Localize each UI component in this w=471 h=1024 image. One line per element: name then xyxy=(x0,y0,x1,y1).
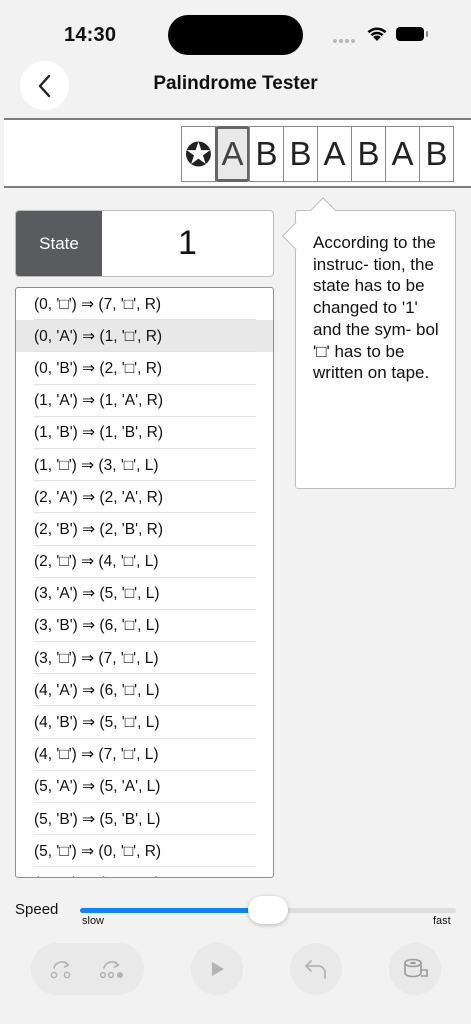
tape-cell-head[interactable]: A xyxy=(215,126,250,182)
undo-button[interactable] xyxy=(290,943,342,995)
rule-item[interactable]: (5, 'A') ⇒ (5, 'A', L) xyxy=(16,771,273,804)
step-multi-icon[interactable] xyxy=(99,958,127,980)
state-box: State 1 xyxy=(15,210,274,277)
status-bar: 14:30 xyxy=(0,0,471,60)
rule-item-selected[interactable]: (0, 'A') ⇒ (1, '□', R) xyxy=(16,320,273,353)
tape-cell[interactable]: A xyxy=(317,126,352,182)
speed-min-label: slow xyxy=(82,915,105,927)
tape: ✪ A B B A B A B xyxy=(4,118,471,188)
tape-cells: ✪ A B B A B A B xyxy=(181,126,454,182)
page-title: Palindrome Tester xyxy=(153,73,318,94)
tape-cell[interactable]: ✪ xyxy=(181,126,216,182)
rule-item[interactable]: (5, 'B') ⇒ (5, 'B', L) xyxy=(16,803,273,836)
undo-icon xyxy=(305,960,326,979)
rule-item[interactable]: (6, 'A') ⇒ (6, 'A', L) xyxy=(16,867,273,877)
rule-item[interactable]: (2, 'A') ⇒ (2, 'A', R) xyxy=(16,481,273,514)
wifi-icon xyxy=(367,27,387,41)
battery-icon xyxy=(396,27,428,41)
rule-item[interactable]: (1, '□') ⇒ (3, '□', L) xyxy=(16,449,273,482)
speed-label: Speed xyxy=(15,901,59,918)
rule-item[interactable]: (0, '□') ⇒ (7, '□', R) xyxy=(16,288,273,321)
speed-slider-thumb[interactable] xyxy=(248,896,288,924)
rule-item[interactable]: (0, 'B') ⇒ (2, '□', R) xyxy=(16,352,273,385)
rule-item[interactable]: (4, 'A') ⇒ (6, '□', L) xyxy=(16,674,273,707)
rule-item[interactable]: (1, 'B') ⇒ (1, 'B', R) xyxy=(16,417,273,450)
tape-icon xyxy=(404,958,428,978)
rule-item[interactable]: (5, '□') ⇒ (0, '□', R) xyxy=(16,835,273,868)
rule-item[interactable]: (2, 'B') ⇒ (2, 'B', R) xyxy=(16,513,273,546)
speed-slider[interactable] xyxy=(80,896,456,924)
cellular-signal-icon xyxy=(333,39,357,45)
step-icon[interactable] xyxy=(49,958,75,980)
rules-list[interactable]: (0, '□') ⇒ (7, '□', R) (0, 'A') ⇒ (1, '□… xyxy=(15,287,274,878)
status-time: 14:30 xyxy=(64,24,117,46)
step-buttons-group xyxy=(31,943,144,995)
dynamic-island xyxy=(168,15,303,55)
tape-cell[interactable]: B xyxy=(419,126,454,182)
explanation-bubble: According to the instruc- tion, the stat… xyxy=(295,210,456,489)
rule-item[interactable]: (2, '□') ⇒ (4, '□', L) xyxy=(16,546,273,578)
tape-button[interactable] xyxy=(389,943,441,995)
rule-item[interactable]: (1, 'A') ⇒ (1, 'A', R) xyxy=(16,385,273,417)
tape-cell[interactable]: B xyxy=(351,126,386,182)
state-value: 1 xyxy=(178,224,197,262)
rule-item[interactable]: (3, '□') ⇒ (7, '□', L) xyxy=(16,642,273,675)
tape-cell[interactable]: B xyxy=(249,126,284,182)
play-button[interactable] xyxy=(191,943,243,995)
tape-cell[interactable]: B xyxy=(283,126,318,182)
tape-cell[interactable]: A xyxy=(385,126,420,182)
play-icon xyxy=(212,962,224,976)
rule-item[interactable]: (4, '□') ⇒ (7, '□', L) xyxy=(16,739,273,772)
explanation-text: According to the instruc- tion, the stat… xyxy=(313,233,439,383)
speed-slider-fill xyxy=(80,908,268,913)
rule-item[interactable]: (4, 'B') ⇒ (5, '□', L) xyxy=(16,706,273,739)
state-label: State xyxy=(16,211,102,276)
speed-max-label: fast xyxy=(433,915,451,927)
rule-item[interactable]: (3, 'A') ⇒ (5, '□', L) xyxy=(16,578,273,611)
rule-item[interactable]: (3, 'B') ⇒ (6, '□', L) xyxy=(16,610,273,643)
